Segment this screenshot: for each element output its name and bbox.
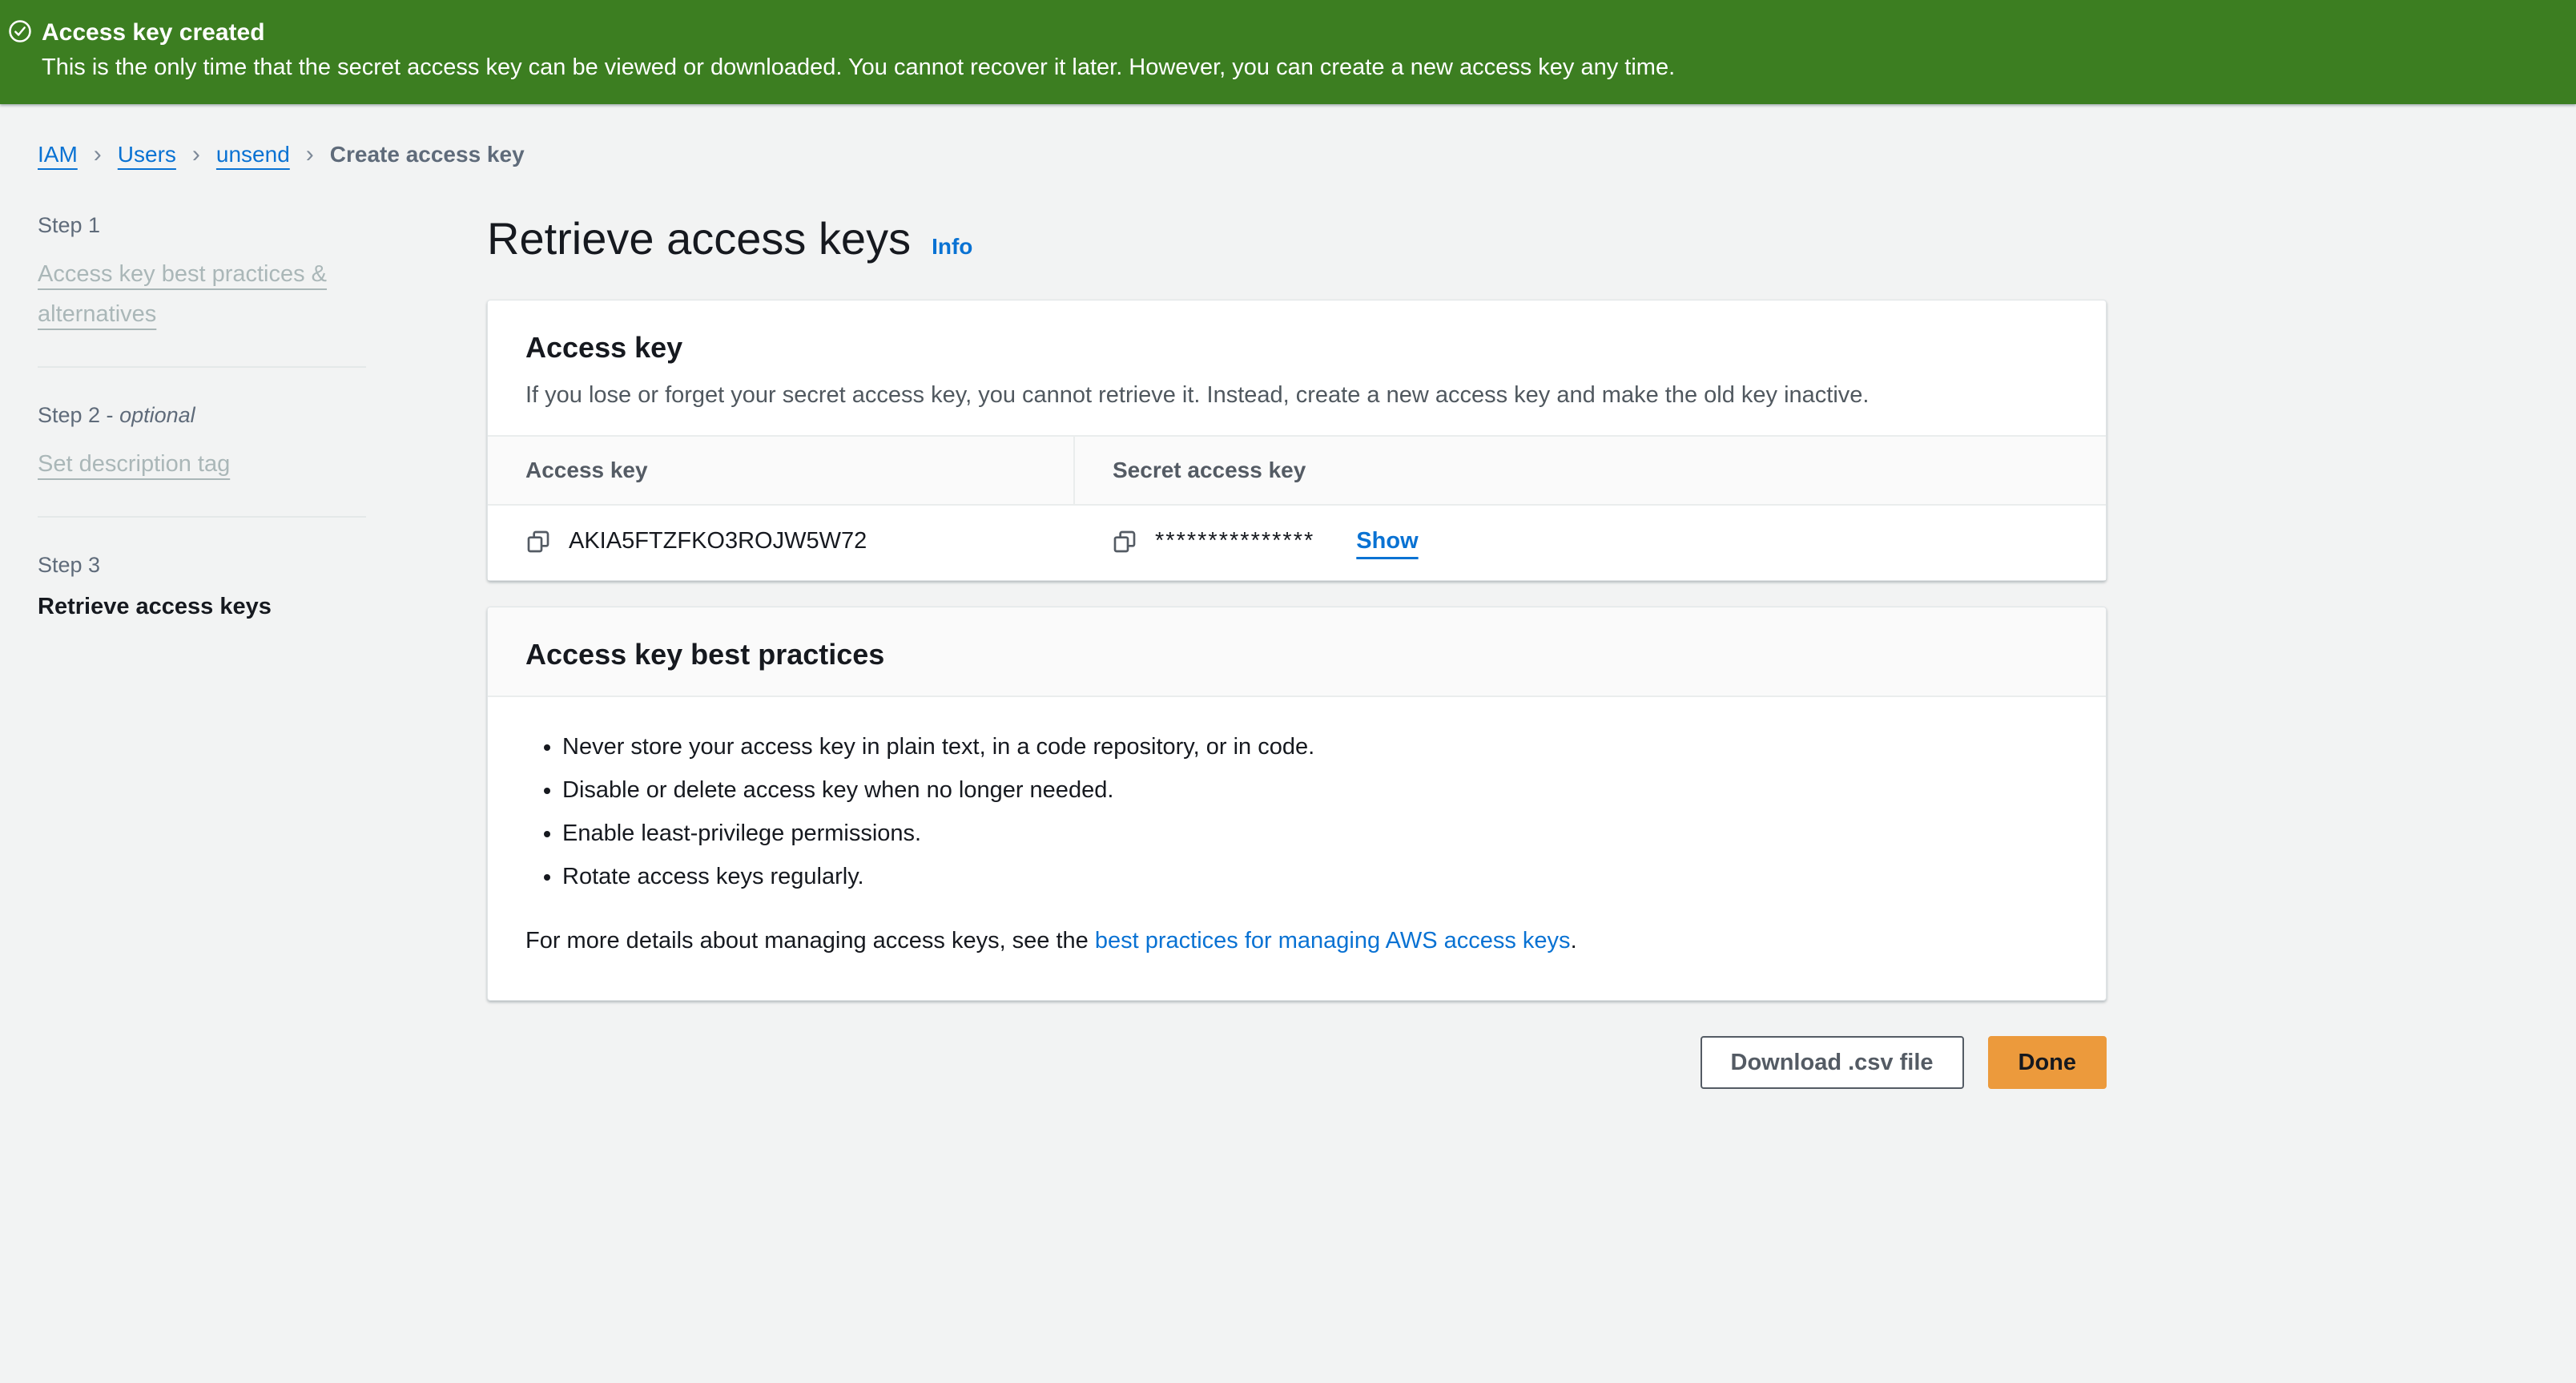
info-link[interactable]: Info xyxy=(932,234,972,260)
secret-access-key-cell: *************** Show xyxy=(1074,505,2106,580)
access-key-table: Access key Secret access key xyxy=(488,435,2106,580)
best-practices-card-body: Never store your access key in plain tex… xyxy=(488,697,2106,1000)
footer-text-prefix: For more details about managing access k… xyxy=(525,928,1095,954)
step-3-current-title: Retrieve access keys xyxy=(38,594,272,619)
breadcrumb-separator-icon: › xyxy=(290,141,330,168)
breadcrumb: IAM › Users › unsend › Create access key xyxy=(38,141,2576,168)
breadcrumb-users[interactable]: Users xyxy=(118,142,176,167)
list-item: Never store your access key in plain tex… xyxy=(562,731,2068,763)
best-practices-card: Access key best practices Never store yo… xyxy=(487,607,2107,1001)
breadcrumb-separator-icon: › xyxy=(78,141,118,168)
page-title-row: Retrieve access keys Info xyxy=(487,213,2107,264)
copy-icon[interactable] xyxy=(525,529,551,554)
step-3-label: Step 3 xyxy=(38,553,369,578)
content-area: Step 1 Access key best practices & alter… xyxy=(0,213,2576,1089)
table-row: AKIA5FTZFKO3ROJW5W72 xyxy=(488,505,2106,580)
step-divider xyxy=(38,366,366,368)
done-button[interactable]: Done xyxy=(1988,1036,2107,1089)
access-key-card-title: Access key xyxy=(525,331,2068,365)
breadcrumb-iam[interactable]: IAM xyxy=(38,142,78,167)
page-title: Retrieve access keys xyxy=(487,213,911,264)
step-divider xyxy=(38,516,366,518)
wizard-step-3: Step 3 Retrieve access keys xyxy=(38,553,369,620)
show-secret-link[interactable]: Show xyxy=(1356,528,1418,554)
best-practices-link[interactable]: best practices for managing AWS access k… xyxy=(1095,928,1571,954)
list-item: Rotate access keys regularly. xyxy=(562,861,2068,893)
column-header-access-key: Access key xyxy=(488,436,1074,505)
list-item: Disable or delete access key when no lon… xyxy=(562,774,2068,806)
access-key-id-value: AKIA5FTZFKO3ROJW5W72 xyxy=(569,528,867,554)
step-2-optional-text: optional xyxy=(119,403,195,427)
access-key-id-cell: AKIA5FTZFKO3ROJW5W72 xyxy=(488,505,1074,580)
download-csv-button[interactable]: Download .csv file xyxy=(1701,1036,1964,1089)
step-2-label-text: Step 2 - xyxy=(38,403,119,427)
step-1-label: Step 1 xyxy=(38,213,369,238)
footer-text-suffix: . xyxy=(1571,928,1577,954)
success-flashbar: Access key created This is the only time… xyxy=(0,0,2576,104)
step-1-link[interactable]: Access key best practices & alternatives xyxy=(38,261,327,327)
flashbar-text: Access key created This is the only time… xyxy=(42,16,1675,85)
action-buttons-row: Download .csv file Done xyxy=(487,1036,2107,1089)
access-key-card-header: Access key If you lose or forget your se… xyxy=(488,300,2106,435)
best-practices-footer: For more details about managing access k… xyxy=(525,925,2068,957)
breadcrumb-separator-icon: › xyxy=(176,141,216,168)
best-practices-card-title: Access key best practices xyxy=(525,638,2068,671)
best-practices-list: Never store your access key in plain tex… xyxy=(525,731,2068,893)
best-practices-card-header: Access key best practices xyxy=(488,607,2106,697)
column-header-secret-access-key: Secret access key xyxy=(1074,436,2106,505)
breadcrumb-unsend[interactable]: unsend xyxy=(216,142,290,167)
access-key-card: Access key If you lose or forget your se… xyxy=(487,300,2107,581)
flashbar-title: Access key created xyxy=(42,16,1675,50)
wizard-step-2: Step 2 - optional Set description tag xyxy=(38,403,369,484)
wizard-step-1: Step 1 Access key best practices & alter… xyxy=(38,213,369,334)
copy-icon[interactable] xyxy=(1112,529,1137,554)
wizard-step-nav: Step 1 Access key best practices & alter… xyxy=(38,213,369,1089)
success-check-circle-icon xyxy=(8,19,35,43)
step-2-label: Step 2 - optional xyxy=(38,403,369,428)
step-2-link[interactable]: Set description tag xyxy=(38,451,230,477)
access-key-card-description: If you lose or forget your secret access… xyxy=(525,379,2068,411)
list-item: Enable least-privilege permissions. xyxy=(562,817,2068,849)
flashbar-message: This is the only time that the secret ac… xyxy=(42,50,1675,85)
secret-access-key-masked-value: *************** xyxy=(1155,528,1314,554)
main-content: Retrieve access keys Info Access key If … xyxy=(487,213,2107,1089)
breadcrumb-current-page: Create access key xyxy=(330,142,525,167)
